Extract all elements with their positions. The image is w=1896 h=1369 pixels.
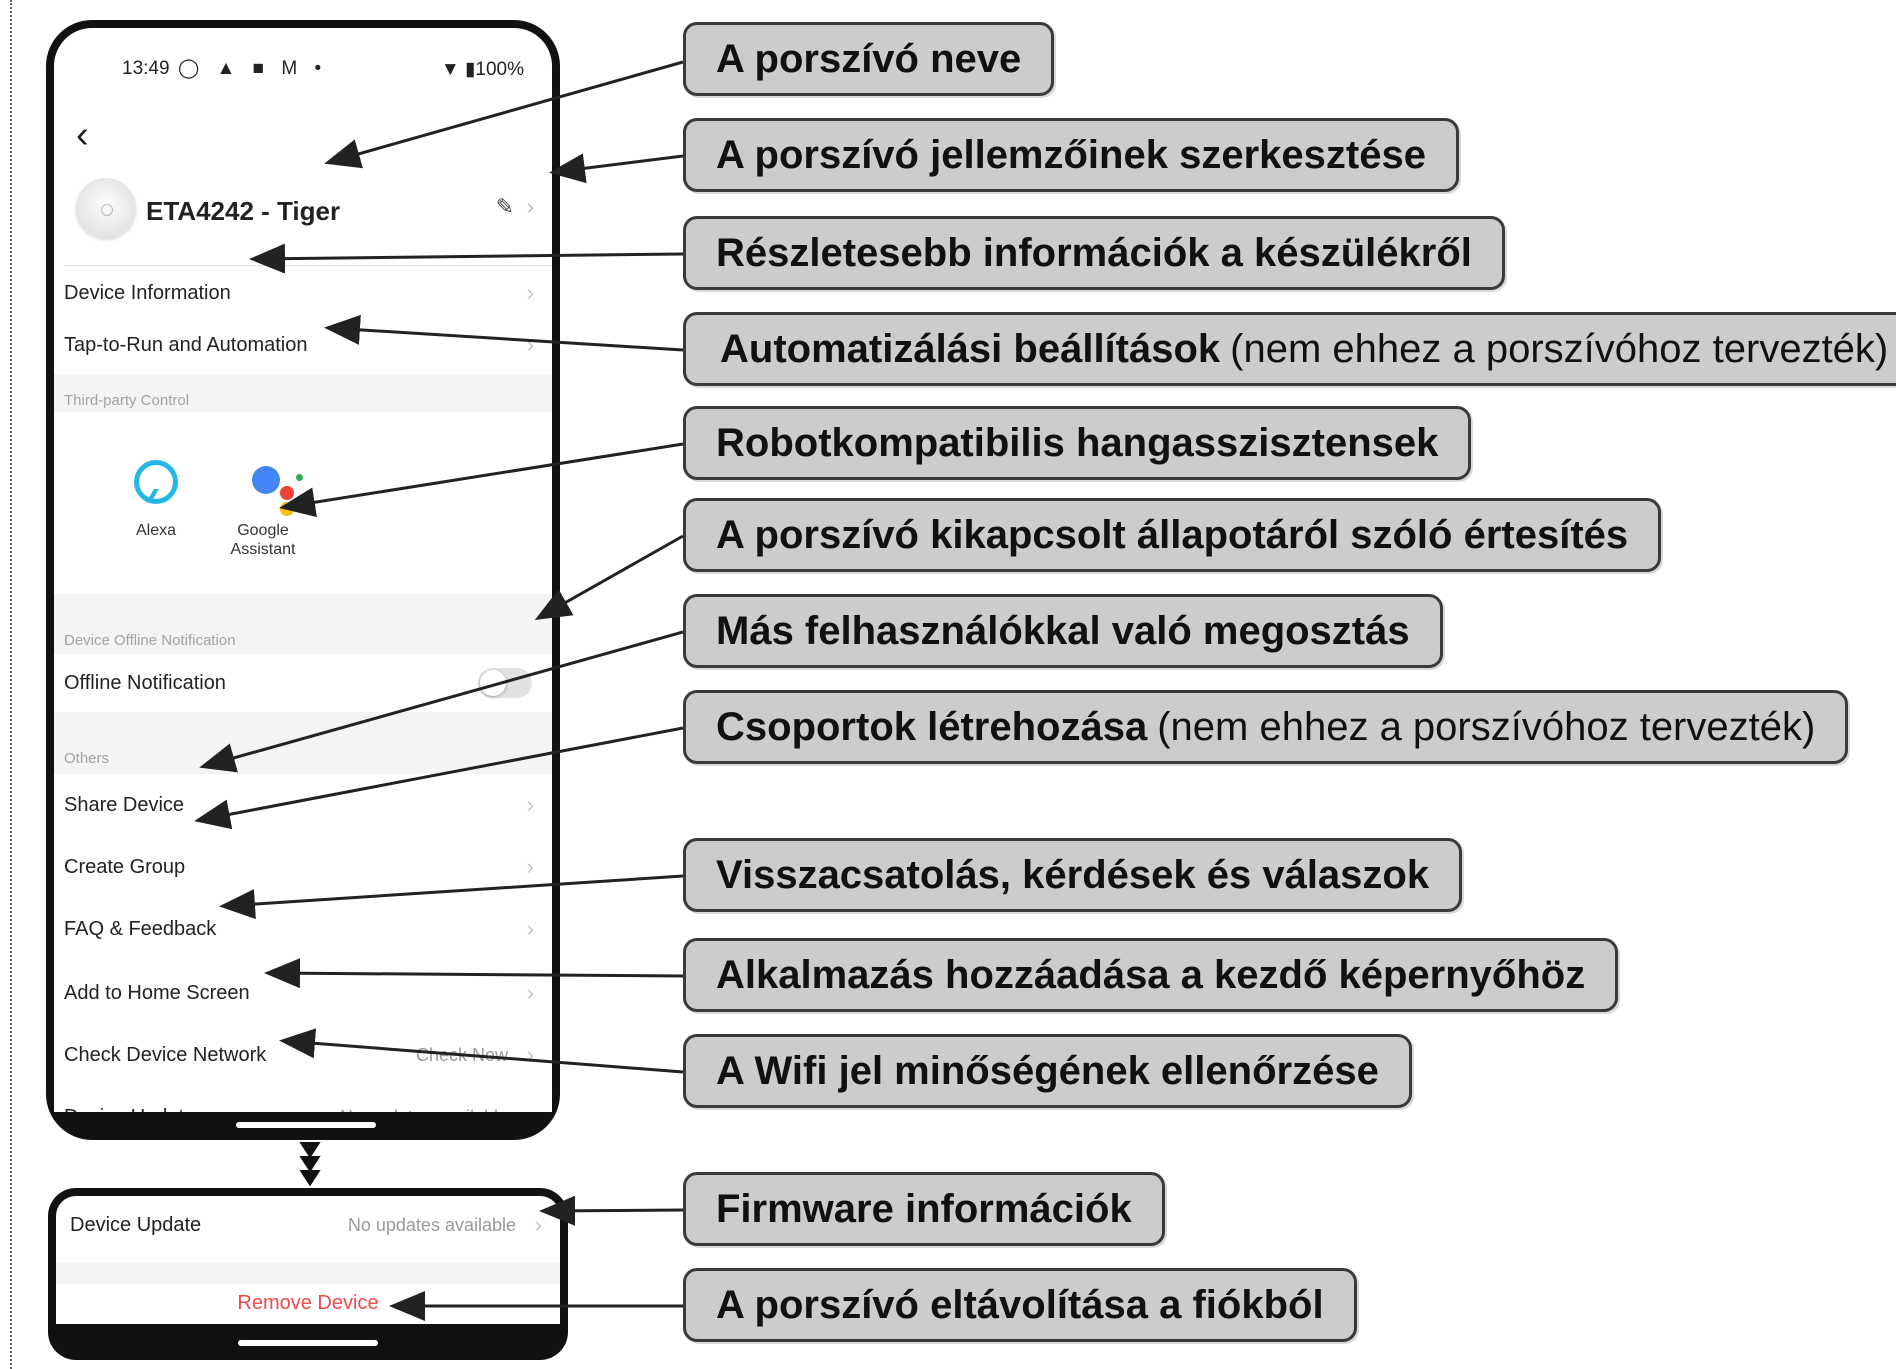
phone-frame-bottom: Device Update No updates available › Rem… bbox=[48, 1188, 568, 1360]
create-group-row[interactable]: Create Group › bbox=[54, 842, 552, 896]
offline-notification-toggle[interactable] bbox=[478, 668, 532, 698]
phone-frame-main: 13:49 ◯ ▲ ■ M • ▼ ▮100% ‹ ETA4242 - Tige… bbox=[46, 20, 560, 1140]
alexa-icon bbox=[134, 460, 178, 504]
arrow-edit bbox=[549, 153, 684, 184]
check-network-row[interactable]: Check Device Network Check Now › bbox=[54, 1030, 552, 1084]
callout-home-screen: Alkalmazás hozzáadása a kezdő képernyőhö… bbox=[683, 938, 1619, 1012]
edit-pencil-icon[interactable]: ✎ bbox=[496, 194, 514, 220]
tap-to-run-row[interactable]: Tap-to-Run and Automation › bbox=[54, 320, 552, 374]
callout-faq: Visszacsatolás, kérdések és válaszok bbox=[683, 838, 1463, 912]
add-to-home-label: Add to Home Screen bbox=[64, 982, 250, 1004]
status-bar: 13:49 ◯ ▲ ■ M • ▼ ▮100% bbox=[54, 58, 552, 94]
device-name: ETA4242 - Tiger bbox=[146, 196, 341, 226]
callout-edit: A porszívó jellemzőinek szerkesztése bbox=[683, 118, 1459, 192]
offline-notification-row: Offline Notification bbox=[54, 658, 552, 712]
divider bbox=[64, 265, 552, 266]
chevron-right-icon: › bbox=[526, 280, 534, 305]
callout-share: Más felhasználókkal való megosztás bbox=[683, 594, 1443, 668]
google-assistant-label-1: Google bbox=[237, 522, 289, 539]
no-updates-value: No updates available bbox=[340, 1107, 508, 1112]
device-update-row-bottom[interactable]: Device Update No updates available › bbox=[56, 1200, 560, 1254]
chevron-right-icon: › bbox=[526, 980, 534, 1005]
check-network-label: Check Device Network bbox=[64, 1044, 267, 1066]
device-information-label: Device Information bbox=[64, 282, 231, 304]
third-party-section-header: Third-party Control bbox=[54, 374, 552, 412]
chevron-right-icon: › bbox=[526, 1042, 534, 1067]
left-dotted-border bbox=[10, 0, 12, 1369]
callout-wifi: A Wifi jel minőségének ellenőrzése bbox=[683, 1034, 1412, 1108]
callout-offline: A porszívó kikapcsolt állapotáról szóló … bbox=[683, 498, 1662, 572]
settings-screen-bottom: Device Update No updates available › Rem… bbox=[56, 1196, 560, 1324]
callout-voice-assistants: Robotkompatibilis hangasszisztensek bbox=[683, 406, 1472, 480]
remove-device-button[interactable]: Remove Device bbox=[56, 1292, 560, 1315]
share-device-row[interactable]: Share Device › bbox=[54, 780, 552, 834]
offline-section-title: Device Offline Notification bbox=[64, 632, 236, 649]
share-device-label: Share Device bbox=[64, 794, 185, 816]
chevron-right-icon: › bbox=[527, 1104, 534, 1112]
check-now-value: Check Now bbox=[415, 1045, 508, 1065]
arrow-offline bbox=[534, 534, 684, 620]
status-time: 13:49 bbox=[122, 58, 170, 79]
others-title: Others bbox=[64, 750, 110, 767]
callout-remove: A porszívó eltávolítása a fiókból bbox=[683, 1268, 1357, 1342]
chevron-right-icon: › bbox=[526, 854, 534, 879]
callout-info: Részletesebb információk a készülékről bbox=[683, 216, 1505, 290]
chevron-right-icon: › bbox=[526, 194, 534, 219]
callout-automation: Automatizálási beállítások (nem ehhez a p… bbox=[683, 312, 1896, 386]
callout-firmware: Firmware információk bbox=[683, 1172, 1165, 1246]
notification-icons: ◯ ▲ ■ M • bbox=[178, 58, 328, 79]
google-assistant-label-2: Assistant bbox=[230, 541, 296, 558]
home-indicator-bar[interactable] bbox=[236, 1122, 376, 1128]
device-update-row[interactable]: Device Update No updates available › bbox=[54, 1092, 552, 1112]
add-to-home-row[interactable]: Add to Home Screen › bbox=[54, 968, 552, 1022]
back-arrow-icon[interactable]: ‹ bbox=[76, 116, 89, 154]
create-group-label: Create Group bbox=[64, 856, 186, 878]
robot-vacuum-icon bbox=[76, 178, 136, 238]
tap-to-run-label: Tap-to-Run and Automation bbox=[64, 334, 308, 356]
chevron-right-icon: › bbox=[526, 792, 534, 817]
device-header[interactable]: ETA4242 - Tiger ✎ › bbox=[54, 178, 552, 274]
others-section-header: Others bbox=[54, 712, 552, 774]
chevron-right-icon: › bbox=[534, 1212, 542, 1237]
faq-feedback-row[interactable]: FAQ & Feedback › bbox=[54, 904, 552, 958]
device-update-label: Device Update bbox=[70, 1214, 202, 1236]
callout-device-name: A porszívó neve bbox=[683, 22, 1055, 96]
offline-section-header: Device Offline Notification bbox=[54, 594, 552, 654]
chevron-right-icon: › bbox=[526, 332, 534, 357]
offline-notification-label: Offline Notification bbox=[64, 672, 226, 694]
settings-screen: 13:49 ◯ ▲ ■ M • ▼ ▮100% ‹ ETA4242 - Tige… bbox=[54, 28, 552, 1112]
scroll-down-arrows-icon: ▼ ▼ ▼ bbox=[291, 1133, 329, 1192]
chevron-right-icon: › bbox=[526, 916, 534, 941]
device-update-label: Device Update bbox=[64, 1106, 195, 1112]
device-information-row[interactable]: Device Information › bbox=[54, 268, 552, 322]
no-updates-value: No updates available bbox=[347, 1215, 516, 1235]
alexa-label: Alexa bbox=[135, 522, 177, 539]
callout-group: Csoportok létrehozása (nem ehhez a porszí… bbox=[683, 690, 1849, 764]
home-indicator-bar[interactable] bbox=[238, 1340, 378, 1346]
section-spacer bbox=[56, 1262, 560, 1284]
faq-feedback-label: FAQ & Feedback bbox=[64, 918, 217, 940]
battery-indicator: ▼ ▮100% bbox=[440, 59, 524, 80]
third-party-title: Third-party Control bbox=[64, 392, 190, 409]
